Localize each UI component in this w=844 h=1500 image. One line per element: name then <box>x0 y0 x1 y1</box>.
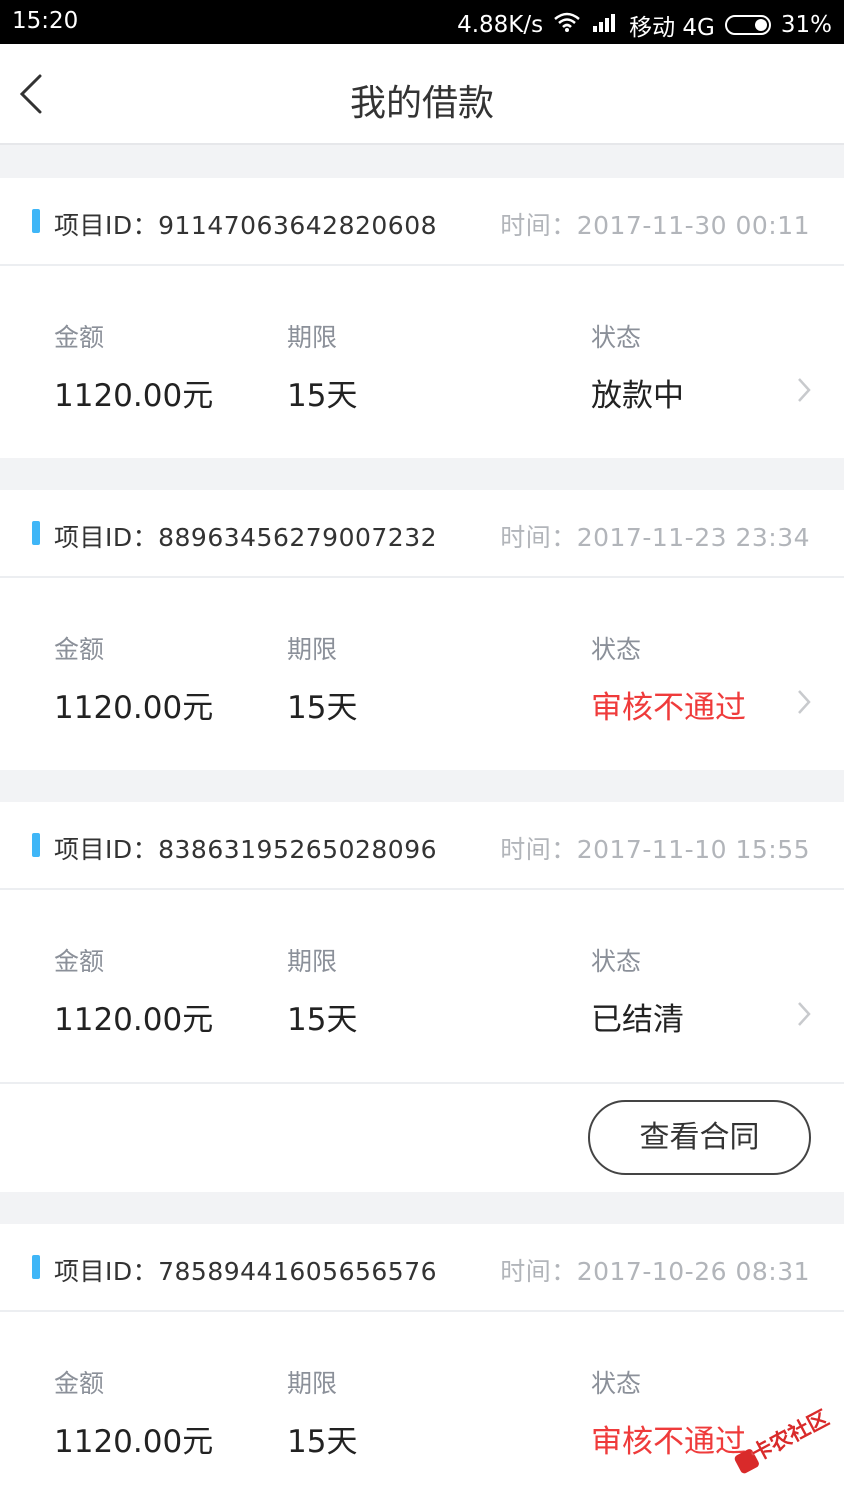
loan-card-body[interactable]: 金额 期限 状态 1120.00元 15天 审核不通过 <box>0 578 844 770</box>
accent-bar <box>32 209 40 233</box>
status-right: 4.88K/s 移动 4G 31% <box>457 8 832 42</box>
loan-id: 项目ID：83863195265028096 <box>54 835 438 864</box>
term-label: 期限 <box>287 947 338 976</box>
loan-term: 15天 <box>287 378 358 414</box>
page-title: 我的借款 <box>349 83 494 124</box>
carrier-label: 移动 4G <box>629 15 715 41</box>
battery-icon <box>724 15 771 35</box>
chevron-right-icon[interactable] <box>796 688 812 716</box>
loan-status: 审核不通过 <box>591 690 746 726</box>
chevron-right-icon[interactable] <box>796 376 812 404</box>
chevron-right-icon[interactable] <box>796 1000 812 1028</box>
accent-bar <box>32 833 40 857</box>
loan-card: 项目ID：78589441605656576 时间：2017-10-26 08:… <box>0 1224 844 1500</box>
status-time: 15:20 <box>12 8 79 34</box>
loan-term: 15天 <box>287 1002 358 1038</box>
loan-card-header: 项目ID：78589441605656576 时间：2017-10-26 08:… <box>0 1224 844 1312</box>
amount-label: 金额 <box>54 947 105 976</box>
signal-icon <box>591 12 619 38</box>
watermark-text: 卡农社区 <box>747 1405 833 1467</box>
loan-amount: 1120.00元 <box>54 690 214 726</box>
loan-card-header: 项目ID：91147063642820608 时间：2017-11-30 00:… <box>0 178 844 266</box>
status-label: 状态 <box>591 947 642 976</box>
loan-card: 项目ID：91147063642820608 时间：2017-11-30 00:… <box>0 178 844 458</box>
term-label: 期限 <box>287 323 338 352</box>
status-label: 状态 <box>591 635 642 664</box>
loan-amount: 1120.00元 <box>54 1424 214 1460</box>
accent-bar <box>32 1255 40 1279</box>
loan-amount: 1120.00元 <box>54 1002 214 1038</box>
loan-status: 放款中 <box>591 378 684 414</box>
loan-card-footer: 查看合同 <box>0 1082 844 1192</box>
loan-id: 项目ID：78589441605656576 <box>54 1257 438 1286</box>
battery-fill <box>754 19 767 31</box>
loan-term: 15天 <box>287 690 358 726</box>
amount-label: 金额 <box>54 1369 105 1398</box>
loan-card-body[interactable]: 金额 期限 状态 1120.00元 15天 放款中 <box>0 266 844 458</box>
loan-card-header: 项目ID：83863195265028096 时间：2017-11-10 15:… <box>0 802 844 890</box>
loan-id: 项目ID：88963456279007232 <box>54 523 438 552</box>
status-bar: 15:20 4.88K/s 移动 4G 31% <box>0 0 844 44</box>
battery-percent: 31% <box>780 12 832 38</box>
loan-card: 项目ID：83863195265028096 时间：2017-11-10 15:… <box>0 802 844 1192</box>
loan-card-header: 项目ID：88963456279007232 时间：2017-11-23 23:… <box>0 490 844 578</box>
network-speed: 4.88K/s <box>457 12 544 38</box>
loan-time: 时间：2017-11-30 00:11 <box>500 211 810 240</box>
amount-label: 金额 <box>54 323 105 352</box>
loan-card-body[interactable]: 金额 期限 状态 1120.00元 15天 审核不通过 <box>0 1312 844 1500</box>
loan-time: 时间：2017-11-23 23:34 <box>500 523 810 552</box>
loan-id: 项目ID：91147063642820608 <box>54 211 438 240</box>
term-label: 期限 <box>287 635 338 664</box>
amount-label: 金额 <box>54 635 105 664</box>
loan-card: 项目ID：88963456279007232 时间：2017-11-23 23:… <box>0 490 844 770</box>
wifi-icon <box>553 11 581 39</box>
term-label: 期限 <box>287 1369 338 1398</box>
view-contract-button[interactable]: 查看合同 <box>588 1100 811 1175</box>
loan-status: 已结清 <box>591 1002 684 1038</box>
loan-time: 时间：2017-10-26 08:31 <box>500 1257 810 1286</box>
accent-bar <box>32 521 40 545</box>
loan-time: 时间：2017-11-10 15:55 <box>500 835 810 864</box>
header: 我的借款 <box>0 44 844 145</box>
status-label: 状态 <box>591 323 642 352</box>
loan-card-body[interactable]: 金额 期限 状态 1120.00元 15天 已结清 <box>0 890 844 1082</box>
loan-term: 15天 <box>287 1424 358 1460</box>
loan-amount: 1120.00元 <box>54 378 214 414</box>
status-label: 状态 <box>591 1369 642 1398</box>
